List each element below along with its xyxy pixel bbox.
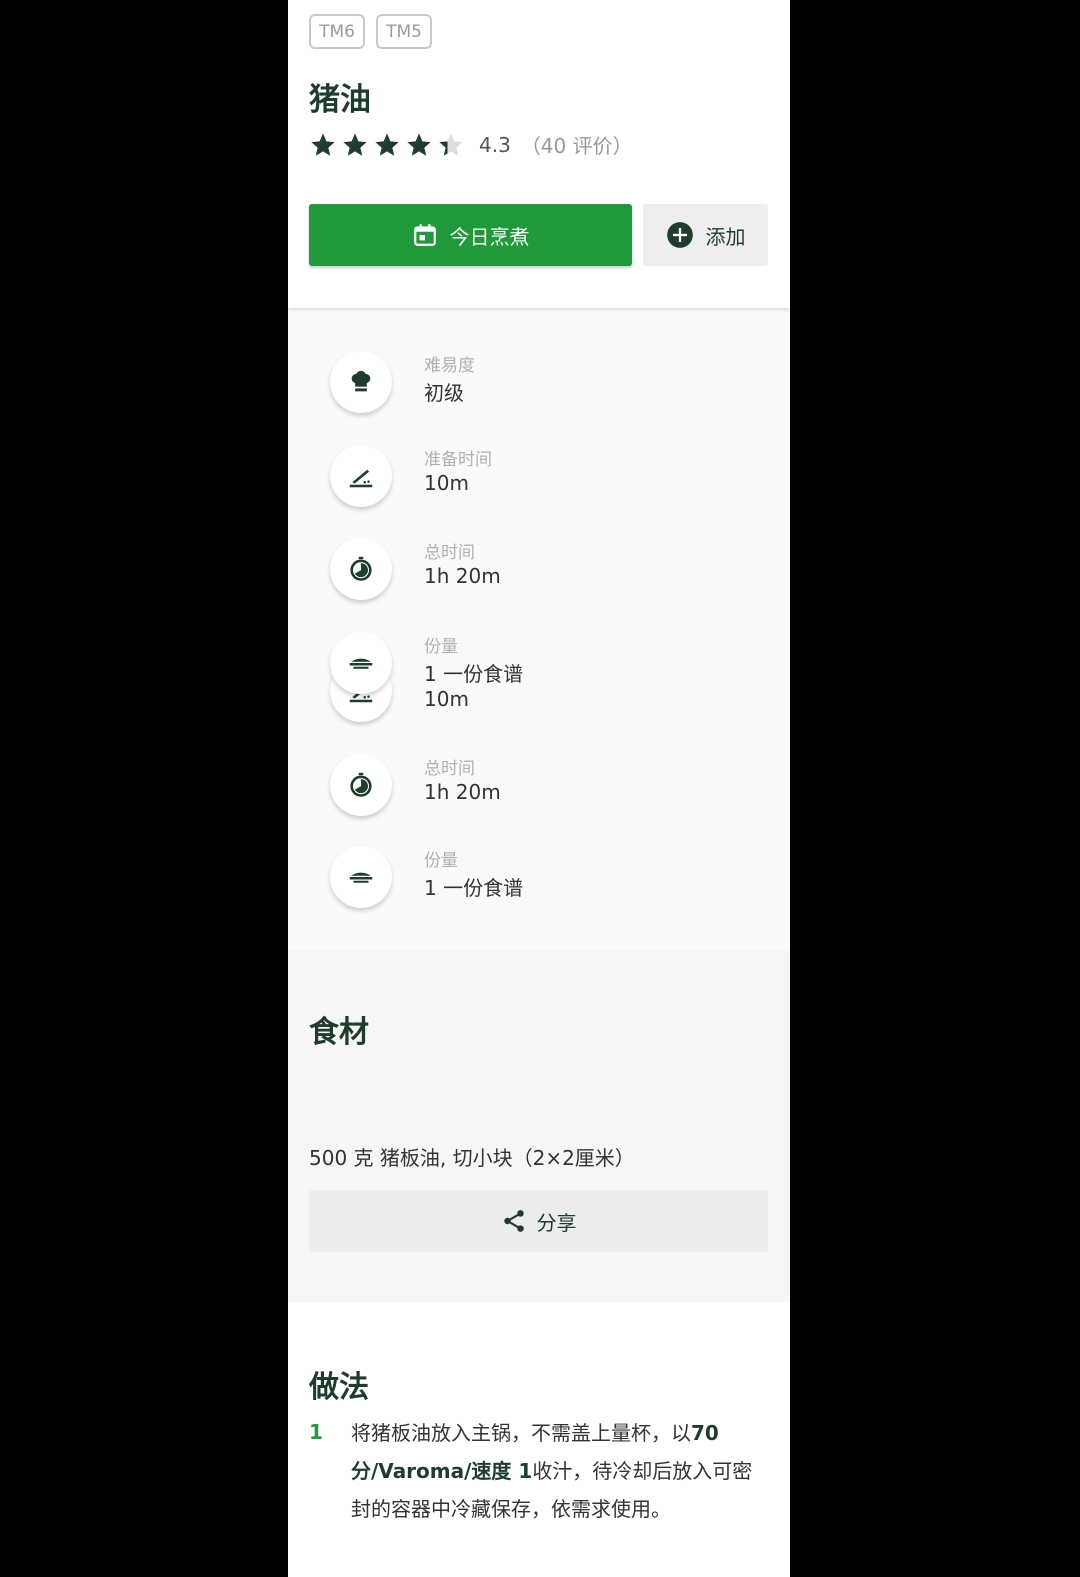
servings-badge — [330, 846, 392, 908]
device-badges: TM6 TM5 — [309, 14, 432, 49]
info-label: 难易度 — [424, 356, 475, 376]
step-number: 1 — [309, 1420, 323, 1444]
share-button[interactable]: 分享 — [309, 1190, 768, 1252]
badge-tm5: TM5 — [376, 14, 432, 49]
info-value: 1 一份食谱 — [424, 876, 524, 900]
chef-hat-icon — [351, 370, 371, 392]
method-title: 做法 — [309, 1370, 369, 1405]
rating-value: 4.3 — [479, 132, 511, 157]
recipe-info-list: 难易度 初级 准备时间 10m 总时间 1h 20m 份量 1 一份食谱 10m… — [288, 308, 790, 950]
info-value-extra: 10m — [424, 687, 469, 711]
rating[interactable]: 4.3 （40 评价） — [309, 130, 633, 159]
info-row-servings-2: 份量 1 一份食谱 — [288, 846, 790, 926]
prep-time-badge — [330, 445, 392, 507]
dish-icon — [349, 658, 373, 669]
info-value: 初级 — [424, 381, 464, 405]
dish-icon — [349, 872, 373, 883]
badge-tm6: TM6 — [309, 14, 365, 49]
servings-badge — [330, 632, 392, 694]
info-label: 总时间 — [424, 543, 475, 563]
info-label: 准备时间 — [424, 450, 492, 470]
star-half-icon — [439, 132, 463, 156]
info-row-prep-time: 准备时间 10m — [288, 445, 790, 525]
difficulty-badge — [330, 351, 392, 413]
cook-today-label: 今日烹煮 — [449, 224, 530, 249]
add-label: 添加 — [705, 224, 746, 249]
recipe-title: 猪油 — [309, 82, 371, 118]
share-icon — [503, 1210, 524, 1232]
info-row-difficulty: 难易度 初级 — [288, 351, 790, 431]
star-icon — [311, 132, 335, 156]
ingredients-section: 食材 500 克 猪板油, 切小块（2×2厘米） 分享 — [288, 950, 790, 1302]
info-row-total-time: 总时间 1h 20m — [288, 538, 790, 618]
plus-circle-icon — [666, 222, 693, 248]
info-label: 总时间 — [424, 759, 475, 779]
rating-stars — [309, 131, 465, 159]
rating-count: （40 评价） — [520, 134, 633, 158]
info-row-servings: 份量 1 一份食谱 10m — [288, 632, 790, 732]
info-value: 1h 20m — [424, 564, 501, 588]
total-time-badge — [330, 754, 392, 816]
timer-icon — [350, 772, 372, 797]
info-value: 1h 20m — [424, 780, 501, 804]
add-button[interactable]: 添加 — [643, 204, 768, 266]
info-row-total-time-2: 总时间 1h 20m — [288, 754, 790, 834]
star-icon — [343, 132, 367, 156]
total-time-badge — [330, 538, 392, 600]
step-text: 将猪板油放入主锅，不需盖上量杯，以70 分/Varoma/速度 1收汁，待冷却后… — [351, 1414, 771, 1528]
star-icon — [407, 132, 431, 156]
calendar-icon — [413, 224, 436, 246]
info-label: 份量 — [424, 637, 458, 657]
method-section: 做法 1 将猪板油放入主锅，不需盖上量杯，以70 分/Varoma/速度 1收汁… — [288, 1302, 790, 1577]
recipe-screen: TM6 TM5 猪油 4.3 （40 评价） 今日烹煮 添加 难易度 初级 准备… — [288, 0, 790, 1577]
star-icon — [375, 132, 399, 156]
share-label: 分享 — [536, 1210, 577, 1235]
knife-board-icon — [349, 469, 373, 488]
info-value: 10m — [424, 471, 469, 495]
ingredients-title: 食材 — [309, 1015, 369, 1050]
ingredient-item: 500 克 猪板油, 切小块（2×2厘米） — [309, 1146, 635, 1170]
cook-today-button[interactable]: 今日烹煮 — [309, 204, 632, 266]
info-value: 1 一份食谱 — [424, 662, 524, 686]
step-text-part: 将猪板油放入主锅，不需盖上量杯，以 — [351, 1421, 691, 1445]
recipe-header: TM6 TM5 猪油 4.3 （40 评价） 今日烹煮 添加 — [288, 0, 790, 308]
info-label: 份量 — [424, 851, 458, 871]
timer-icon — [350, 556, 372, 581]
